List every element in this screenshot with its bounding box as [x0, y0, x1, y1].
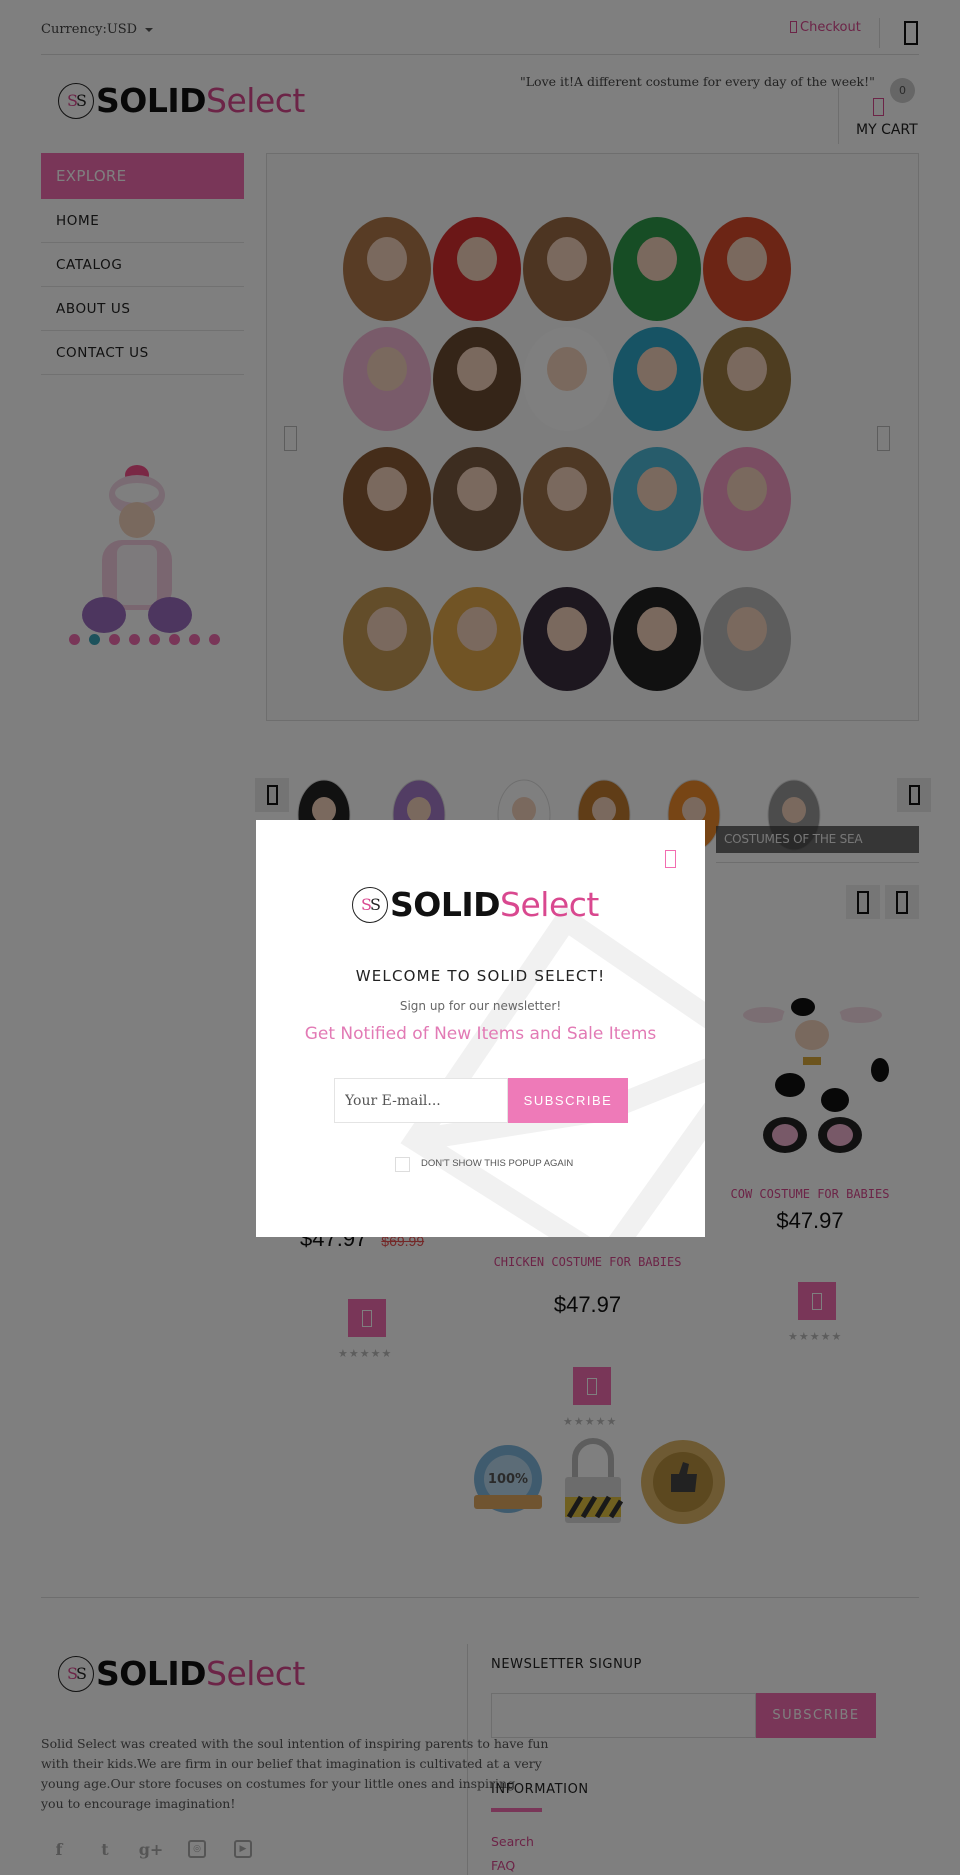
modal-subtitle: Sign up for our newsletter!: [399, 999, 562, 1013]
modal-logo: SS SOLID Select: [352, 885, 599, 924]
modal-notify-text: Get Notified of New Items and Sale Items: [304, 1024, 657, 1044]
logo-solid: SOLID: [390, 885, 501, 924]
envelope-watermark-icon: [400, 904, 705, 1237]
modal-subscribe-button[interactable]: SUBSCRIBE: [508, 1078, 628, 1123]
modal-email-input[interactable]: [334, 1078, 508, 1123]
logo-badge: SS: [352, 886, 388, 923]
dont-show-checkbox[interactable]: [395, 1157, 410, 1172]
newsletter-modal: SS SOLID Select WELCOME TO SOLID SELECT! …: [256, 820, 705, 1237]
logo-select: Select: [500, 885, 599, 924]
dont-show-label[interactable]: DON'T SHOW THIS POPUP AGAIN: [421, 1158, 573, 1169]
modal-title: WELCOME TO SOLID SELECT!: [355, 967, 606, 985]
close-icon[interactable]: [665, 850, 676, 868]
